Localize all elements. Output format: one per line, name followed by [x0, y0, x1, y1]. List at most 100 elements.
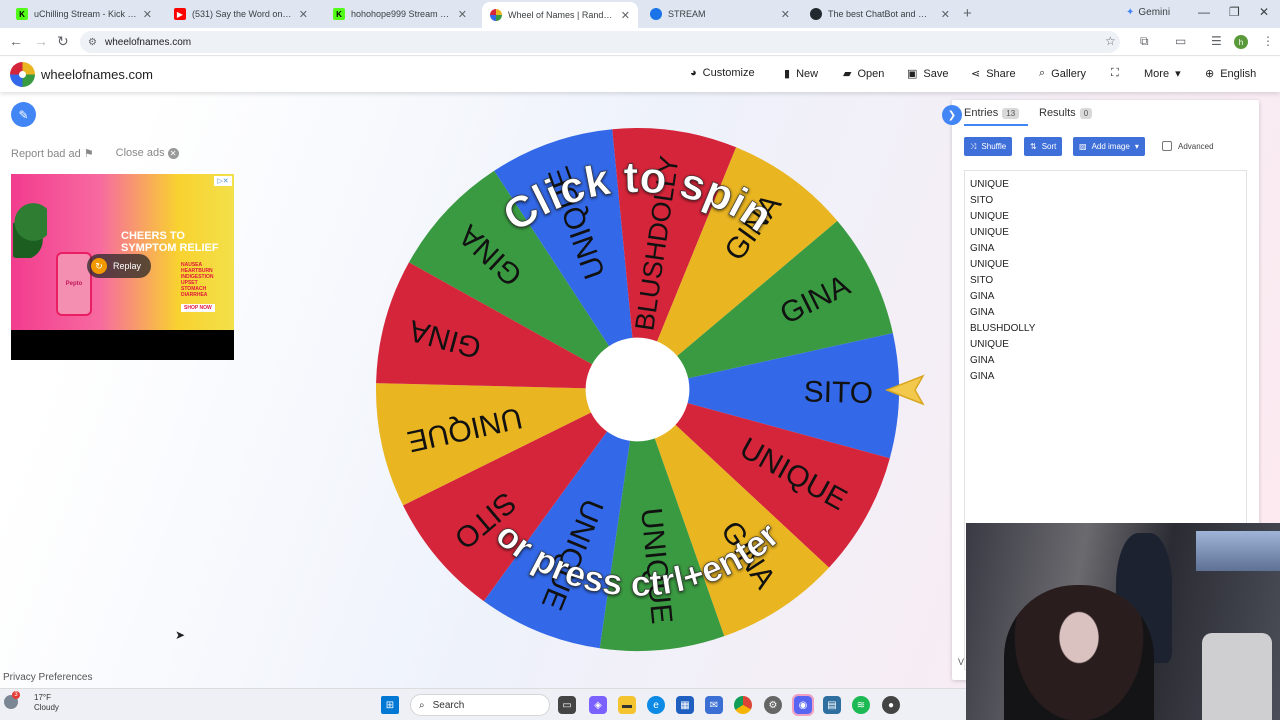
browser-tab-kick-stream[interactable]: K hohohope999 Stream - Kick Da ✕: [325, 3, 475, 25]
address-bar[interactable]: ⚙ wheelofnames.com: [80, 31, 1120, 53]
tab-results[interactable]: Results 0: [1039, 107, 1093, 119]
entry-line[interactable]: UNIQUE: [970, 209, 1241, 225]
ad-replay-button[interactable]: ↻ Replay: [87, 254, 152, 278]
mail-icon[interactable]: ✉: [705, 696, 723, 714]
extensions-icon[interactable]: ⧉: [1140, 34, 1149, 49]
shuffle-icon: ⤨: [970, 141, 977, 151]
entry-line[interactable]: UNIQUE: [970, 257, 1241, 273]
entry-line[interactable]: UNIQUE: [970, 337, 1241, 353]
new-tab-icon[interactable]: +: [963, 5, 972, 22]
entry-line[interactable]: UNIQUE: [970, 177, 1241, 193]
chevron-down-icon: ▾: [1134, 142, 1139, 151]
taskbar-search[interactable]: ⌕ Search: [410, 694, 550, 716]
entry-line[interactable]: GINA: [970, 353, 1241, 369]
customize-button[interactable]: ◕ Customize: [690, 67, 755, 79]
cast-icon[interactable]: ▭: [1175, 34, 1186, 48]
site-name[interactable]: wheelofnames.com: [41, 67, 153, 82]
entry-line[interactable]: GINA: [970, 289, 1241, 305]
task-view-icon[interactable]: ▭: [558, 696, 576, 714]
webcam-chair: [1202, 633, 1272, 720]
close-ads-link[interactable]: Close ads ✕: [116, 147, 179, 160]
close-tab-icon[interactable]: ✕: [458, 8, 467, 21]
browser-tab-chatbot[interactable]: The best ChatBot and Widgets ✕: [802, 3, 958, 25]
reading-list-icon[interactable]: ☰: [1211, 34, 1222, 48]
language-button[interactable]: ⊕ English: [1205, 67, 1256, 81]
advanced-checkbox[interactable]: Advanced: [1162, 141, 1214, 151]
close-tab-icon[interactable]: ✕: [941, 8, 950, 21]
close-tab-icon[interactable]: ✕: [143, 8, 152, 21]
ad-creative[interactable]: Pepto CHEERS TO SYMPTOM RELIEF NAUSEA HE…: [11, 174, 234, 330]
report-ad-link[interactable]: Report bad ad ⚑: [11, 147, 94, 160]
forward-icon[interactable]: →: [34, 33, 48, 49]
close-tab-icon[interactable]: ✕: [781, 8, 790, 21]
profile-avatar[interactable]: h: [1234, 35, 1248, 49]
fullscreen-button[interactable]: ⛶: [1111, 67, 1119, 80]
start-icon[interactable]: ⊞: [381, 696, 399, 714]
weather-condition: Cloudy: [34, 703, 59, 712]
search-icon: ⌕: [419, 699, 425, 711]
more-button[interactable]: More ▾: [1144, 67, 1181, 81]
entry-line[interactable]: BLUSHDOLLY: [970, 321, 1241, 337]
back-icon[interactable]: ←: [9, 33, 23, 49]
edge-icon[interactable]: e: [647, 696, 665, 714]
settings-icon[interactable]: ⚙: [764, 696, 782, 714]
browser-tab-stream[interactable]: STREAM ✕: [642, 3, 798, 25]
browser-menu-icon[interactable]: ⋮: [1262, 34, 1274, 48]
close-tab-icon[interactable]: ✕: [299, 8, 308, 21]
site-info-icon[interactable]: ⚙: [88, 37, 97, 48]
save-button[interactable]: ▣ Save: [907, 67, 948, 81]
share-button[interactable]: ⋖ Share: [971, 67, 1016, 81]
gallery-button[interactable]: ⌕ Gallery: [1039, 67, 1086, 80]
entry-line[interactable]: UNIQUE: [970, 225, 1241, 241]
browser-tab-youtube[interactable]: ▶ (531) Say the Word on the Beat ✕: [166, 3, 316, 25]
close-window-icon[interactable]: ✕: [1259, 5, 1269, 19]
flag-icon: ⚑: [83, 148, 94, 160]
browser-tab-wheel-of-names[interactable]: Wheel of Names | Random nam ✕: [482, 2, 638, 28]
checkbox-box[interactable]: [1162, 141, 1172, 151]
ad-cta[interactable]: SHOP NOW: [181, 304, 215, 312]
restore-icon[interactable]: ❐: [1229, 5, 1240, 19]
save-icon: ▣: [907, 68, 918, 80]
new-button[interactable]: ▮ New: [784, 67, 818, 81]
bookmark-star-icon[interactable]: ☆: [1105, 34, 1116, 48]
entry-line[interactable]: GINA: [970, 241, 1241, 257]
shuffle-button[interactable]: ⤨ Shuffle: [964, 137, 1013, 156]
chrome-icon[interactable]: [734, 696, 752, 714]
entry-line[interactable]: SITO: [970, 193, 1241, 209]
privacy-preferences-link[interactable]: Privacy Preferences: [3, 672, 92, 683]
copilot-icon[interactable]: ◈: [589, 696, 607, 714]
weather-widget[interactable]: 3 17°F Cloudy: [4, 691, 59, 713]
entry-line[interactable]: GINA: [970, 369, 1241, 385]
entry-line[interactable]: GINA: [970, 305, 1241, 321]
version-link[interactable]: V: [958, 657, 964, 667]
calculator-icon[interactable]: ▤: [823, 696, 841, 714]
browser-tab-kick-dashboard[interactable]: K uChilling Stream - Kick Dashbo ✕: [8, 3, 160, 25]
close-circle-icon: ✕: [167, 148, 179, 159]
close-tab-icon[interactable]: ✕: [621, 9, 630, 22]
open-button[interactable]: ▰ Open: [843, 67, 884, 81]
store-icon[interactable]: ▦: [676, 696, 694, 714]
discord-icon[interactable]: ◉: [792, 694, 814, 716]
wheel-pointer-icon: [885, 374, 925, 406]
tab-entries[interactable]: Entries 13: [964, 107, 1020, 119]
adchoices-icon[interactable]: ▷✕: [214, 176, 232, 186]
advertisement[interactable]: Pepto CHEERS TO SYMPTOM RELIEF NAUSEA HE…: [11, 174, 234, 360]
obs-icon[interactable]: ●: [882, 696, 900, 714]
webcam-overlay: [966, 523, 1280, 720]
spotify-icon[interactable]: ≋: [852, 696, 870, 714]
collapse-panel-button[interactable]: ❯: [942, 105, 962, 125]
file-explorer-icon[interactable]: ▬: [618, 696, 636, 714]
ad-symptoms: NAUSEA HEARTBURN INDIGESTION UPSET STOMA…: [181, 262, 214, 298]
minimize-icon[interactable]: —: [1198, 5, 1210, 19]
edit-wheel-button[interactable]: ✎: [11, 102, 36, 127]
add-image-button[interactable]: ▨ Add image ▾: [1073, 137, 1145, 156]
sort-button[interactable]: ⇅ Sort: [1024, 137, 1063, 156]
wheel-center-hub[interactable]: [585, 337, 690, 442]
more-label: More: [1144, 67, 1170, 80]
entry-line[interactable]: SITO: [970, 273, 1241, 289]
report-ad-label: Report bad ad: [11, 148, 81, 160]
reload-icon[interactable]: ↻: [57, 33, 69, 50]
wheel-logo-icon[interactable]: [10, 62, 35, 87]
spin-wheel[interactable]: GINA UNIQUE BLUSHDOLLY GINAGINASITOUNIQUEGI…: [373, 125, 902, 654]
gemini-button[interactable]: ✦ Gemini: [1126, 7, 1170, 18]
